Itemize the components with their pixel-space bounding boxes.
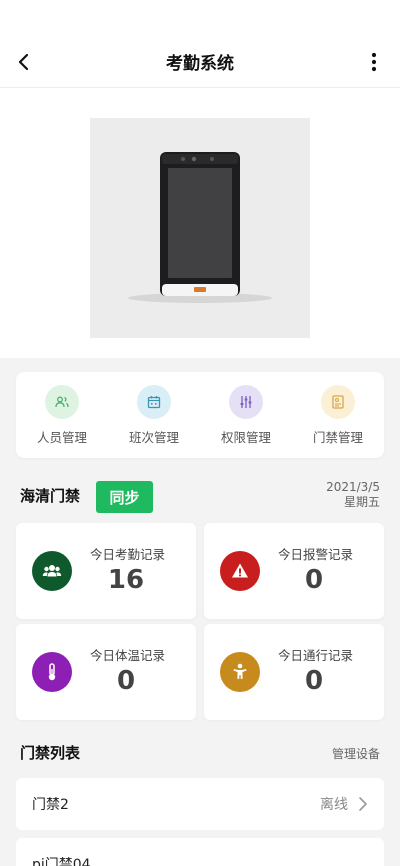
page-title: 考勤系统 [166, 54, 234, 74]
shift-management-label: 班次管理 [128, 429, 179, 445]
alarm-stat-card[interactable]: 今日报警记录 0 [204, 523, 384, 619]
warning-icon [220, 551, 260, 591]
device-hero [0, 88, 400, 358]
permission-management-button[interactable]: 权限管理 [206, 384, 286, 446]
users-icon [45, 384, 79, 419]
door-list-title: 门禁列表 [20, 744, 81, 762]
door-list-item[interactable]: 门禁2 离线 [16, 778, 384, 830]
permission-management-label: 权限管理 [220, 429, 271, 445]
manage-devices-link[interactable]: 管理设备 [332, 745, 380, 762]
door-name: 门禁2 [32, 797, 69, 813]
passage-stat-label: 今日通行记录 [278, 648, 354, 663]
group-icon [32, 551, 72, 591]
access-management-label: 门禁管理 [312, 429, 363, 445]
chevron-right-icon [356, 796, 370, 812]
staff-management-label: 人员管理 [36, 429, 87, 445]
person-icon [220, 652, 260, 692]
alarm-stat-label: 今日报警记录 [278, 547, 354, 562]
date-display: 2021/3/5 星期五 [326, 480, 380, 510]
weekday-text: 星期五 [343, 495, 380, 509]
access-management-button[interactable]: 门禁管理 [298, 384, 378, 446]
door-list-header: 门禁列表 管理设备 [20, 742, 380, 766]
more-options-icon[interactable] [362, 50, 386, 74]
date-text: 2021/3/5 [326, 480, 380, 494]
attendance-stat-card[interactable]: 今日考勤记录 16 [16, 523, 196, 619]
thermometer-icon [32, 652, 72, 692]
attendance-stat-value: 16 [107, 565, 145, 595]
nav-bar: 考勤系统 [0, 36, 400, 88]
back-icon[interactable] [12, 50, 36, 74]
staff-management-button[interactable]: 人员管理 [22, 384, 102, 446]
status-bar [0, 0, 400, 36]
device-image [90, 118, 310, 338]
door-list-item[interactable]: pj门禁04 [16, 838, 384, 866]
sync-button[interactable]: 同步 [96, 481, 153, 513]
passage-stat-card[interactable]: 今日通行记录 0 [204, 624, 384, 720]
temperature-stat-label: 今日体温记录 [90, 648, 166, 663]
passage-stat-value: 0 [304, 666, 324, 696]
section-title: 海清门禁 [20, 487, 81, 505]
shift-management-button[interactable]: 班次管理 [114, 384, 194, 446]
door-status: 离线 [320, 797, 348, 813]
sliders-icon [229, 384, 263, 419]
calendar-icon [137, 384, 171, 419]
temperature-stat-card[interactable]: 今日体温记录 0 [16, 624, 196, 720]
alarm-stat-value: 0 [304, 565, 324, 595]
door-name: pj门禁04 [32, 857, 91, 866]
id-card-icon [321, 384, 355, 419]
temperature-stat-value: 0 [116, 666, 136, 696]
attendance-stat-label: 今日考勤记录 [90, 547, 166, 562]
section-header: 海清门禁 同步 2021/3/5 星期五 [20, 480, 380, 516]
function-menu: 人员管理 班次管理 权限管理 门禁管理 [16, 372, 384, 458]
